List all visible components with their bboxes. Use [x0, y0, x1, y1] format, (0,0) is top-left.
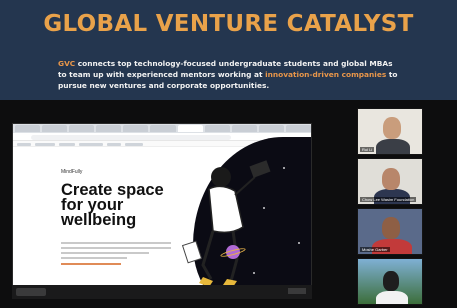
- browser-tab-active[interactable]: [177, 125, 203, 132]
- browser-tab[interactable]: [123, 125, 149, 132]
- browser-tab[interactable]: [69, 125, 95, 132]
- participant-face: [382, 217, 400, 239]
- browser-tab[interactable]: [15, 125, 41, 132]
- bookmark-item[interactable]: [17, 142, 31, 146]
- bookmark-item[interactable]: [79, 142, 103, 146]
- bookmark-item[interactable]: [107, 142, 121, 146]
- gvc-highlight: GVC: [58, 59, 76, 68]
- browser-tab[interactable]: [96, 125, 122, 132]
- browser-tab[interactable]: [150, 125, 176, 132]
- browser-tab[interactable]: [204, 125, 230, 132]
- browser-tab[interactable]: [42, 125, 68, 132]
- participant-body: [376, 291, 408, 304]
- participant-tile-4[interactable]: [357, 258, 423, 305]
- participant-tile-3[interactable]: Moshe Garber: [357, 208, 423, 255]
- browser-tab-strip[interactable]: [13, 124, 311, 133]
- banner-title: GLOBAL VENTURE CATALYST: [43, 11, 414, 37]
- hero-headline: Create space for your wellbeing: [61, 181, 164, 229]
- star-icon: [283, 167, 285, 169]
- taskbar-item[interactable]: [16, 288, 46, 296]
- browser-tab[interactable]: [285, 125, 311, 132]
- star-icon: [298, 242, 300, 244]
- participant-tile-1[interactable]: Rui Li: [357, 108, 423, 155]
- hero-link[interactable]: [61, 263, 121, 265]
- participant-name: Rui Li: [360, 147, 375, 152]
- banner-description: GVC connects top technology-focused unde…: [58, 58, 403, 91]
- browser-tab[interactable]: [258, 125, 284, 132]
- participant-name: Chow Lee Wasim Foundation: [360, 197, 417, 202]
- share-status-bar: [12, 285, 312, 299]
- clock: [288, 288, 306, 294]
- bookmark-item[interactable]: [125, 142, 143, 146]
- banner-line-3: pursue new ventures and corporate opport…: [58, 81, 270, 90]
- web-page: MindFully Create space for your wellbein…: [13, 137, 311, 298]
- innovation-highlight: innovation-driven companies: [265, 70, 387, 79]
- person-illustration: [181, 160, 271, 287]
- browser-tab[interactable]: [231, 125, 257, 132]
- participant-face: [383, 271, 399, 291]
- site-brand[interactable]: MindFully: [61, 169, 82, 175]
- participant-body: [376, 139, 410, 154]
- url-field[interactable]: [31, 134, 231, 140]
- participant-face: [382, 168, 400, 190]
- program-banner: GLOBAL VENTURE CATALYST GVC connects top…: [0, 0, 457, 100]
- participant-tile-2[interactable]: Chow Lee Wasim Foundation: [357, 158, 423, 205]
- bookmark-item[interactable]: [59, 142, 75, 146]
- participant-name: Moshe Garber: [360, 247, 390, 252]
- banner-line-2-start: to team up with experienced mentors work…: [58, 70, 266, 79]
- banner-line-2-end: to: [386, 70, 398, 79]
- bookmark-item[interactable]: [35, 142, 55, 146]
- banner-line-1: connects top technology-focused undergra…: [75, 59, 393, 68]
- shared-screen[interactable]: MindFully Create space for your wellbein…: [12, 123, 312, 299]
- participant-face: [383, 117, 401, 139]
- hero-body-text: [61, 242, 171, 262]
